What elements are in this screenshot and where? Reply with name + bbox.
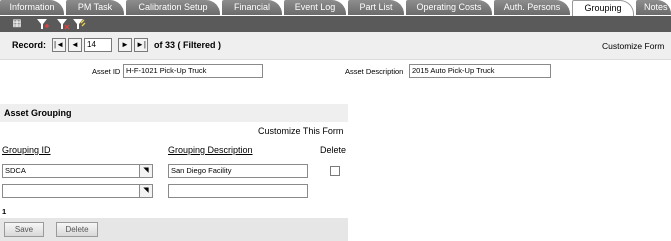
- dropdown-arrow-icon[interactable]: ◥: [140, 164, 153, 178]
- customize-this-form-link[interactable]: Customize This Form: [258, 126, 343, 136]
- grid-icon[interactable]: ▦: [10, 18, 24, 30]
- grouping-grid: Customize This Form Grouping ID Grouping…: [0, 122, 348, 218]
- asset-id-label: Asset ID: [92, 67, 121, 76]
- tab-auth-persons[interactable]: Auth. Persons: [494, 0, 570, 15]
- tab-grouping[interactable]: Grouping: [572, 0, 634, 16]
- first-record-button[interactable]: |◄: [52, 38, 66, 52]
- filter-icon[interactable]: [36, 18, 50, 30]
- record-label: Record:: [12, 40, 47, 50]
- tab-operating-costs[interactable]: Operating Costs: [406, 0, 492, 15]
- asset-description-label: Asset Description: [345, 67, 404, 76]
- asset-grouping-title: Asset Grouping: [4, 108, 72, 118]
- record-count: 1: [2, 207, 7, 216]
- toolbar: ▦: [0, 16, 671, 32]
- next-record-button[interactable]: ►: [118, 38, 132, 52]
- tab-part-list[interactable]: Part List: [348, 0, 404, 15]
- save-button[interactable]: Save: [4, 222, 44, 237]
- delete-header: Delete: [320, 145, 347, 155]
- asset-id-field[interactable]: H-F-1021 Pick-Up Truck: [123, 64, 263, 78]
- record-number-input[interactable]: 14: [84, 38, 112, 52]
- asset-description-field[interactable]: 2015 Auto Pick-Up Truck: [409, 64, 551, 78]
- grouping-description-field-new[interactable]: [168, 184, 308, 198]
- grouping-id-select[interactable]: SDCA: [2, 164, 140, 178]
- filter-clear-icon[interactable]: [56, 18, 70, 30]
- previous-record-button[interactable]: ◄: [68, 38, 82, 52]
- delete-button[interactable]: Delete: [56, 222, 98, 237]
- customize-form-link[interactable]: Customize Form: [602, 41, 664, 51]
- grouping-id-header[interactable]: Grouping ID: [2, 145, 51, 155]
- tab-calibration-setup[interactable]: Calibration Setup: [126, 0, 220, 15]
- tab-notes[interactable]: Notes: [636, 0, 671, 15]
- last-record-button[interactable]: ►|: [134, 38, 148, 52]
- filter-apply-icon[interactable]: [72, 18, 86, 30]
- tab-event-log[interactable]: Event Log: [284, 0, 346, 15]
- dropdown-arrow-icon[interactable]: ◥: [140, 184, 153, 198]
- tab-financial[interactable]: Financial: [222, 0, 282, 15]
- grouping-id-select-new[interactable]: [2, 184, 140, 198]
- grouping-description-field[interactable]: San Diego Facility: [168, 164, 308, 178]
- grouping-description-header[interactable]: Grouping Description: [168, 145, 253, 155]
- delete-checkbox[interactable]: [330, 166, 340, 176]
- tab-bar: Information PM Task Calibration Setup Fi…: [0, 0, 671, 16]
- grouping-footer: Save Delete: [0, 218, 348, 241]
- tab-information[interactable]: Information: [0, 0, 64, 15]
- tab-pm-task[interactable]: PM Task: [66, 0, 124, 15]
- record-navigation-bar: Record: |◄ ◄ 14 ► ►| of 33 ( Filtered ) …: [0, 32, 671, 60]
- asset-grouping-header: Asset Grouping: [0, 104, 348, 122]
- record-count-text: of 33 ( Filtered ): [154, 40, 222, 50]
